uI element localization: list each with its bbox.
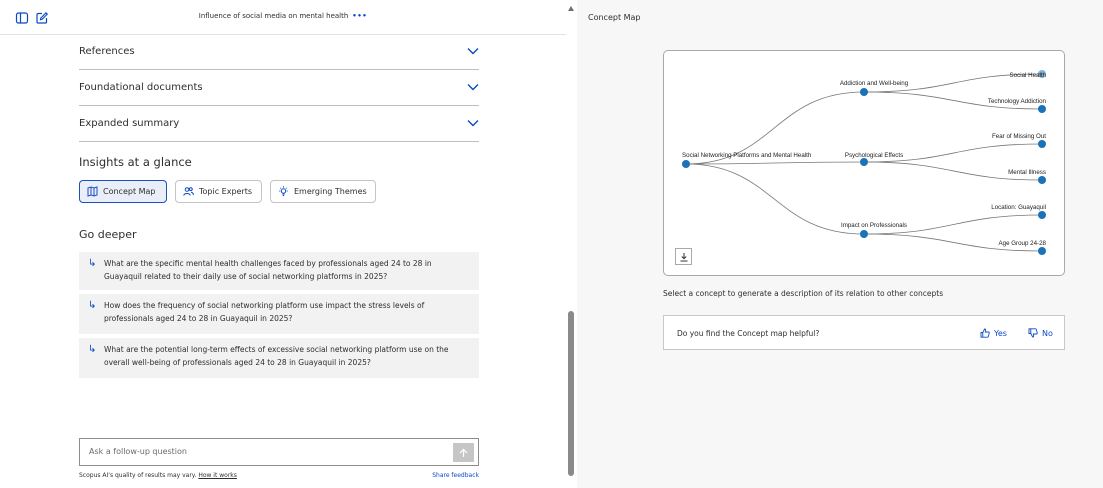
root-label[interactable]: Social Networking Platforms and Mental H… [682,152,812,159]
conversation-title-text: Influence of social media on mental heal… [198,12,349,20]
chevron-down-icon [467,120,479,127]
concept-map-canvas: Social Networking Platforms and Mental H… [663,50,1065,276]
disclaimer-text: Scopus AI's quality of results may vary. [79,472,197,479]
arrow-up-icon [459,448,468,457]
yes-label: Yes [994,328,1007,338]
thumbs-down-button[interactable]: No [1028,328,1053,338]
disclaimer-note: Scopus AI's quality of results may vary.… [79,472,237,479]
thumbs-up-button[interactable]: Yes [980,328,1007,338]
thumbs-up-icon [980,328,990,338]
share-feedback-link[interactable]: Share feedback [400,472,479,479]
emerging-themes-button[interactable]: Emerging Themes [270,180,376,203]
leaf-label[interactable]: Location: Guayaquil [991,204,1046,211]
topic-experts-label: Topic Experts [199,187,253,196]
followup-question-2[interactable]: ↳ How does the frequency of social netwo… [79,294,479,334]
reply-arrow-icon: ↳ [88,300,97,311]
concept-select-hint: Select a concept to generate a descripti… [663,289,944,298]
accordion-label: Foundational documents [79,82,203,93]
more-options-icon[interactable]: ••• [352,12,367,20]
conversation-title: Influence of social media on mental heal… [0,12,566,20]
leaf-label[interactable]: Age Group 24-28 [999,240,1047,247]
followup-question-text: How does the frequency of social network… [104,301,425,323]
followup-input[interactable] [89,447,439,456]
leaf-label[interactable]: Fear of Missing Out [992,133,1046,140]
chat-panel: Influence of social media on mental heal… [0,0,566,488]
go-deeper-heading: Go deeper [79,228,137,241]
accordion-label: Expanded summary [79,118,180,129]
thumbs-down-icon [1028,328,1038,338]
top-bar: Influence of social media on mental heal… [0,0,566,35]
concept-node-impact[interactable] [860,230,868,238]
concept-node-age-group[interactable] [1038,247,1046,255]
followup-question-1[interactable]: ↳ What are the specific mental health ch… [79,252,479,290]
accordion-expanded-summary[interactable]: Expanded summary [79,107,479,142]
emerging-themes-label: Emerging Themes [294,187,367,196]
branch-label[interactable]: Impact on Professionals [841,222,907,229]
chevron-down-icon [467,48,479,55]
chevron-down-icon [467,84,479,91]
accordion-references[interactable]: References [79,35,479,70]
app-window: Influence of social media on mental heal… [0,0,1103,488]
concept-node-fomo[interactable] [1038,140,1046,148]
download-button[interactable] [675,248,692,265]
leaf-label[interactable]: Mental Illness [1008,169,1046,176]
accordion-label: References [79,46,135,57]
concept-node-location[interactable] [1038,211,1046,219]
reply-arrow-icon: ↳ [88,258,97,269]
leaf-label[interactable]: Social Health [1010,72,1047,79]
link-root-psych [685,161,865,165]
concept-node-psychological[interactable] [860,158,868,166]
followup-question-text: What are the potential long-term effects… [104,345,449,367]
no-label: No [1042,328,1053,338]
feedback-box: Do you find the Concept map helpful? Yes… [663,315,1065,350]
scroll-up-arrow-icon[interactable] [568,6,574,11]
concept-node-root[interactable] [682,160,690,168]
branch-label[interactable]: Psychological Effects [845,152,903,159]
concept-map-panel: Concept Map Social Networking Platforms … [577,0,1103,488]
followup-question-text: What are the specific mental health chal… [104,259,432,281]
scrollbar-thumb[interactable] [568,311,574,476]
branch-label[interactable]: Addiction and Well-being [840,80,909,87]
concept-map-label: Concept Map [103,187,156,196]
accordion-foundational-documents[interactable]: Foundational documents [79,71,479,106]
how-it-works-link[interactable]: How it works [198,472,237,479]
concept-node-mental-illness[interactable] [1038,176,1046,184]
topic-experts-button[interactable]: Topic Experts [175,180,262,203]
followup-input-box [79,438,479,466]
concept-map-panel-title: Concept Map [588,13,641,22]
map-icon [87,186,98,197]
download-icon [680,252,687,261]
link-root-impact [685,163,865,235]
reply-arrow-icon: ↳ [88,344,97,355]
concept-map-graph: Social Networking Platforms and Mental H… [682,70,1047,255]
people-icon [183,187,194,196]
send-button[interactable] [453,443,474,462]
concept-map-button[interactable]: Concept Map [79,180,167,203]
followup-question-3[interactable]: ↳ What are the potential long-term effec… [79,338,479,378]
concept-node-technology-addiction[interactable] [1038,105,1046,113]
insights-heading: Insights at a glance [79,155,192,169]
leaf-label[interactable]: Technology Addiction [988,98,1047,105]
lightbulb-icon [279,186,288,197]
feedback-question: Do you find the Concept map helpful? [677,329,820,338]
concept-node-addiction[interactable] [860,88,868,96]
